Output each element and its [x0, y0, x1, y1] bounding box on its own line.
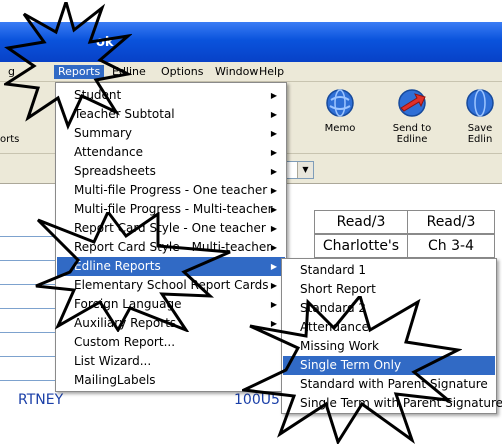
menu-item-reports[interactable]: Reports	[54, 65, 105, 79]
reports-menu: Student ▶ Teacher Subtotal ▶ Summary ▶ Atte…	[55, 82, 287, 392]
menu-item-attendance[interactable]: Attendance ▶	[57, 143, 285, 162]
row-divider	[0, 284, 60, 285]
menu-item-auxiliary-reports[interactable]: Auxiliary Reports ▶	[57, 314, 285, 333]
submenu-arrow-icon: ▶	[270, 205, 277, 214]
menu-item-label: List Wizard...	[74, 354, 152, 368]
menu-item-label: Multi-file Progress - Multi-teacher	[74, 202, 273, 216]
save-edline-label: Save Edlin	[467, 123, 493, 145]
submenu-item-standard-parent-signature[interactable]: Standard with Parent Signature	[283, 375, 495, 394]
menu-item-custom-report[interactable]: Custom Report...	[57, 333, 285, 352]
menu-item-label: Elementary School Report Cards	[74, 278, 269, 292]
menu-item-spreadsheets[interactable]: Spreadsheets ▶	[57, 162, 285, 181]
menu-item-file[interactable]: g	[4, 65, 19, 79]
submenu-arrow-icon: ▶	[270, 281, 277, 290]
column-header-1[interactable]: Read/3	[314, 210, 408, 234]
menu-item-list-wizard[interactable]: List Wizard...	[57, 352, 285, 371]
menu-item-label: Teacher Subtotal	[74, 107, 175, 121]
menu-item-label: Spreadsheets	[74, 164, 156, 178]
menu-item-mailing-labels[interactable]: MailingLabels	[57, 371, 285, 390]
save-edline-icon	[466, 89, 494, 117]
submenu-arrow-icon: ▶	[270, 224, 277, 233]
menu-item-label: MailingLabels	[74, 373, 156, 387]
window-title: ok	[96, 35, 114, 50]
menu-item-label: Report Card Style - Multi-teacher	[74, 240, 272, 254]
student-name-cell[interactable]: RTNEY	[18, 392, 63, 408]
menu-item-label: Multi-file Progress - One teacher	[74, 183, 268, 197]
menu-item-help[interactable]: Help	[255, 65, 288, 79]
submenu-arrow-icon: ▶	[270, 167, 277, 176]
column-subheader-2[interactable]: Ch 3-4	[407, 234, 495, 258]
submenu-item-missing-work[interactable]: Missing Work	[283, 337, 495, 356]
row-divider	[0, 356, 60, 357]
chevron-down-icon[interactable]: ▼	[297, 162, 313, 178]
edline-reports-submenu: Standard 1 Short Report Standard 2 Atten…	[281, 258, 502, 414]
submenu-arrow-icon: ▶	[270, 110, 277, 119]
menu-item-teacher-subtotal[interactable]: Teacher Subtotal ▶	[57, 105, 285, 124]
save-edline-button[interactable]: Save Edlin	[450, 88, 502, 145]
submenu-item-single-term-only[interactable]: Single Term Only	[283, 356, 495, 375]
title-bar: ok	[0, 22, 502, 62]
submenu-arrow-icon: ▶	[270, 300, 277, 309]
submenu-arrow-icon: ▶	[270, 243, 277, 252]
memo-button[interactable]: Memo	[310, 88, 370, 134]
send-to-edline-label: Send to Edline	[392, 123, 432, 145]
row-divider	[0, 260, 60, 261]
menu-item-label: Auxiliary Reports	[74, 316, 177, 330]
memo-globe-icon	[326, 89, 354, 117]
submenu-arrow-icon: ▶	[270, 91, 277, 100]
submenu-arrow-icon: ▶	[270, 319, 277, 328]
menu-item-report-card-one-teacher[interactable]: Report Card Style - One teacher ▶	[57, 219, 285, 238]
menu-item-label: Student	[74, 88, 122, 102]
submenu-item-single-term-parent-signature[interactable]: Single Term with Parent Signature	[283, 394, 502, 413]
menu-item-foreign-language[interactable]: Foreign Language ▶	[57, 295, 285, 314]
submenu-arrow-icon: ▶	[270, 262, 277, 271]
submenu-item-standard-2[interactable]: Standard 2	[283, 299, 495, 318]
submenu-arrow-icon: ▶	[270, 129, 277, 138]
submenu-item-standard-1[interactable]: Standard 1	[283, 261, 495, 280]
send-to-edline-button[interactable]: Send to Edline	[382, 88, 442, 145]
column-header-2[interactable]: Read/3	[407, 210, 495, 234]
menu-item-label: Attendance	[74, 145, 143, 159]
menu-item-options[interactable]: Options	[157, 65, 207, 79]
menu-item-student[interactable]: Student ▶	[57, 86, 285, 105]
menu-item-label: Summary	[74, 126, 132, 140]
submenu-item-attendance[interactable]: Attendance	[283, 318, 495, 337]
submenu-item-short-report[interactable]: Short Report	[283, 280, 495, 299]
menu-item-label: Report Card Style - One teacher	[74, 221, 266, 235]
menu-item-multi-file-multi-teacher[interactable]: Multi-file Progress - Multi-teacher ▶	[57, 200, 285, 219]
menu-item-edline-reports[interactable]: Edline Reports ▶	[57, 257, 285, 276]
column-subheader-1[interactable]: Charlotte's	[314, 234, 408, 258]
row-divider	[0, 236, 60, 237]
submenu-arrow-icon: ▶	[270, 186, 277, 195]
menu-item-label: Edline Reports	[74, 259, 161, 273]
menu-item-label: Custom Report...	[74, 335, 176, 349]
student-id-cell[interactable]: 100U5	[234, 392, 280, 408]
send-edline-icon	[398, 89, 426, 117]
submenu-arrow-icon: ▶	[270, 148, 277, 157]
menu-item-report-card-multi-teacher[interactable]: Report Card Style - Multi-teacher ▶	[57, 238, 285, 257]
row-divider	[0, 380, 60, 381]
menu-bar: g Reports Edline Options Window Help	[0, 62, 502, 82]
toolbar-reports-fragment[interactable]: orts	[0, 134, 19, 145]
row-divider	[0, 308, 60, 309]
menu-item-multi-file-one-teacher[interactable]: Multi-file Progress - One teacher ▶	[57, 181, 285, 200]
menu-item-label: Foreign Language	[74, 297, 182, 311]
memo-label: Memo	[324, 123, 356, 134]
menu-item-edline[interactable]: Edline	[108, 65, 150, 79]
menu-item-summary[interactable]: Summary ▶	[57, 124, 285, 143]
row-divider	[0, 332, 60, 333]
menu-item-elementary-report-cards[interactable]: Elementary School Report Cards ▶	[57, 276, 285, 295]
